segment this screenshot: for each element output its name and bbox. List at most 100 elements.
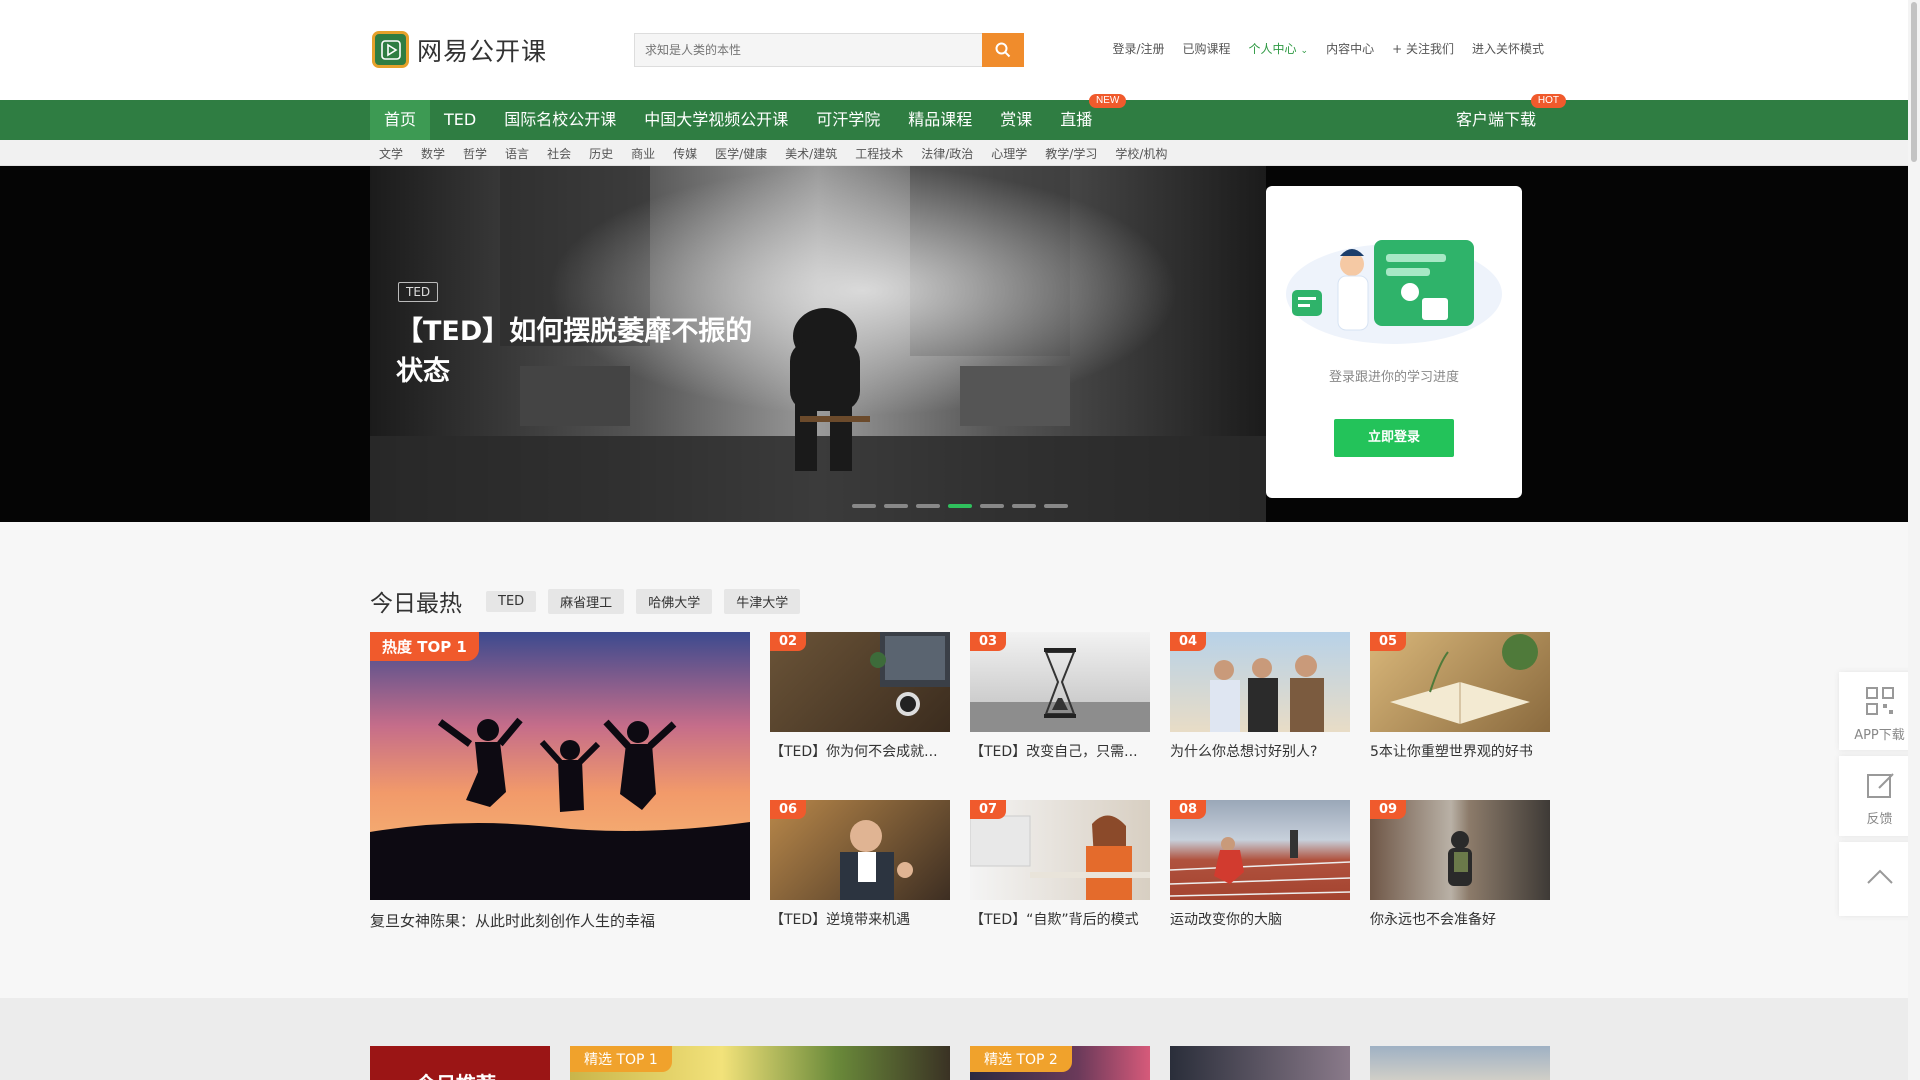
nav-item-live-label: 直播 — [1060, 110, 1093, 129]
hot-tag-ted[interactable]: TED — [486, 590, 537, 612]
rank-badge: 07 — [970, 800, 1007, 819]
category-link[interactable]: 工程技术 — [855, 145, 903, 162]
top1-thumbnail: 热度 TOP 1 — [370, 632, 750, 900]
hot-card[interactable]: 07 【TED】“自欺”背后的模式 — [970, 800, 1150, 929]
category-link[interactable]: 文学 — [379, 145, 403, 162]
carousel-dots — [852, 504, 1076, 508]
header: 网易公开课 登录/注册 已购课程 个人中心⌄ 内容中心 + 关注我们 进入关怀模… — [0, 0, 1920, 100]
category-link[interactable]: 法律/政治 — [921, 145, 973, 162]
hot-card[interactable]: 03 【TED】改变自己，只需... — [970, 632, 1150, 761]
featured-red-tile[interactable]: 今日推荐 — [370, 1046, 550, 1080]
hot-tag-mit[interactable]: 麻省理工 — [548, 588, 625, 614]
category-link[interactable]: 美术/建筑 — [785, 145, 837, 162]
top1-badge: 热度 TOP 1 — [370, 632, 479, 661]
banner-image[interactable]: TED 【TED】如何摆脱萎靡不振的状态 — [370, 166, 1266, 522]
edit-icon — [1866, 773, 1894, 798]
hot-card-thumbnail: 08 — [1170, 800, 1350, 900]
category-link[interactable]: 数学 — [421, 145, 445, 162]
featured-card[interactable]: 精选 TOP 1 — [570, 1046, 950, 1080]
carousel-dot[interactable] — [916, 504, 940, 508]
login-link[interactable]: 登录/注册 — [1112, 40, 1164, 57]
follow-link[interactable]: + 关注我们 — [1392, 40, 1454, 57]
hot-card-thumbnail: 09 — [1370, 800, 1550, 900]
carousel-dot[interactable] — [980, 504, 1004, 508]
personal-center-link[interactable]: 个人中心 ⌄ — [1249, 40, 1309, 57]
hot-card[interactable]: 05 5本让你重塑世界观的好书 — [1370, 632, 1550, 761]
login-prompt: 登录跟进你的学习进度 — [1328, 370, 1459, 385]
hot-card-thumbnail: 02 — [770, 632, 950, 732]
purchased-link[interactable]: 已购课程 — [1183, 40, 1231, 57]
login-card: 登录跟进你的学习进度 立即登录 — [1266, 186, 1522, 498]
category-link[interactable]: 哲学 — [463, 145, 487, 162]
scrollbar[interactable] — [1908, 0, 1920, 1080]
login-now-button[interactable]: 立即登录 — [1334, 419, 1454, 457]
nav-item-cn-univ[interactable]: 中国大学视频公开课 — [630, 100, 802, 140]
carousel-dot[interactable] — [1044, 504, 1068, 508]
main-nav: 首页 TED 国际名校公开课 中国大学视频公开课 可汗学院 精品课程 赏课 直播… — [0, 94, 1920, 140]
carousel-dot[interactable] — [852, 504, 876, 508]
hot-card-caption[interactable]: 运动改变你的大脑 — [1170, 909, 1350, 929]
hot-card[interactable]: 06 【TED】逆境带来机遇 — [770, 800, 950, 929]
download-label: 客户端下载 — [1456, 110, 1537, 129]
rank-badge: 05 — [1370, 632, 1407, 651]
chevron-up-icon — [1866, 869, 1893, 884]
nav-item-intl[interactable]: 国际名校公开课 — [490, 100, 630, 140]
hot-today-section: 今日最热 TED 麻省理工 哈佛大学 牛津大学 热度 TOP 1 复旦女神陈果：… — [0, 522, 1920, 998]
hot-card-caption[interactable]: 为什么你总想讨好别人? — [1170, 741, 1350, 761]
carousel-dot[interactable] — [1012, 504, 1036, 508]
top-links: 登录/注册 已购课程 个人中心 ⌄ 内容中心 + 关注我们 进入关怀模式 — [1094, 40, 1544, 57]
featured-card[interactable] — [1170, 1046, 1350, 1080]
hot-card-caption[interactable]: 5本让你重塑世界观的好书 — [1370, 741, 1550, 761]
category-link[interactable]: 学校/机构 — [1115, 145, 1167, 162]
nav-item-home[interactable]: 首页 — [370, 100, 431, 140]
category-link[interactable]: 心理学 — [991, 145, 1027, 162]
carousel-dot[interactable] — [948, 504, 972, 508]
hot-card-thumbnail: 03 — [970, 632, 1150, 732]
hot-tag-oxford[interactable]: 牛津大学 — [724, 588, 801, 614]
hot-card[interactable]: 04 为什么你总想讨好别人? — [1170, 632, 1350, 761]
hot-card-caption[interactable]: 【TED】逆境带来机遇 — [770, 909, 950, 929]
logo[interactable]: 网易公开课 — [372, 31, 547, 68]
hot-card-thumbnail: 04 — [1170, 632, 1350, 732]
featured-card[interactable] — [1370, 1046, 1550, 1080]
hot-card[interactable]: 09 你永远也不会准备好 — [1370, 800, 1550, 929]
content-center-link[interactable]: 内容中心 — [1326, 40, 1374, 57]
nav-item-ted[interactable]: TED — [430, 100, 490, 140]
hot-card-caption[interactable]: 【TED】“自欺”背后的模式 — [970, 909, 1150, 929]
nav-download[interactable]: 客户端下载 HOT — [1442, 94, 1567, 140]
top1-card[interactable]: 热度 TOP 1 复旦女神陈果：从此时此刻创作人生的幸福 — [370, 632, 750, 931]
category-link[interactable]: 医学/健康 — [715, 145, 767, 162]
banner: TED 【TED】如何摆脱萎靡不振的状态 登录跟进你的学习进度 立即登录 — [0, 166, 1920, 522]
featured-top2-badge: 精选 TOP 2 — [970, 1046, 1072, 1072]
hot-card-caption[interactable]: 你永远也不会准备好 — [1370, 909, 1550, 929]
search-input[interactable] — [634, 33, 982, 67]
rank-badge: 06 — [770, 800, 807, 819]
hot-card[interactable]: 02 【TED】你为何不会成就... — [770, 632, 950, 761]
category-link[interactable]: 语言 — [505, 145, 529, 162]
nav-item-khan[interactable]: 可汗学院 — [802, 100, 894, 140]
hot-card-caption[interactable]: 【TED】你为何不会成就... — [770, 741, 950, 761]
hot-card[interactable]: 08 运动改变你的大脑 — [1170, 800, 1350, 929]
hot-card-thumbnail: 05 — [1370, 632, 1550, 732]
rank-badge: 02 — [770, 632, 807, 651]
carousel-dot[interactable] — [884, 504, 908, 508]
scrollbar-thumb[interactable] — [1911, 2, 1917, 162]
featured-card[interactable]: 精选 TOP 2 — [970, 1046, 1150, 1080]
search-button[interactable] — [982, 33, 1024, 67]
category-link[interactable]: 商业 — [631, 145, 655, 162]
care-mode-link[interactable]: 进入关怀模式 — [1472, 40, 1544, 57]
rank-badge: 04 — [1170, 632, 1207, 651]
category-link[interactable]: 社会 — [547, 145, 571, 162]
top1-caption[interactable]: 复旦女神陈果：从此时此刻创作人生的幸福 — [370, 910, 750, 931]
chevron-down-icon: ⌄ — [1300, 46, 1309, 56]
hot-tag-harvard[interactable]: 哈佛大学 — [636, 588, 713, 614]
banner-title[interactable]: 【TED】如何摆脱萎靡不振的状态 — [396, 312, 756, 392]
category-link[interactable]: 历史 — [589, 145, 613, 162]
category-link[interactable]: 教学/学习 — [1045, 145, 1097, 162]
nav-item-premium[interactable]: 精品课程 — [894, 100, 986, 140]
nav-item-live[interactable]: 直播 NEW — [1046, 94, 1127, 140]
category-link[interactable]: 传媒 — [673, 145, 697, 162]
nav-item-appreciate[interactable]: 赏课 — [986, 100, 1046, 140]
hot-card-caption[interactable]: 【TED】改变自己，只需... — [970, 741, 1150, 761]
play-logo-icon — [372, 31, 409, 68]
